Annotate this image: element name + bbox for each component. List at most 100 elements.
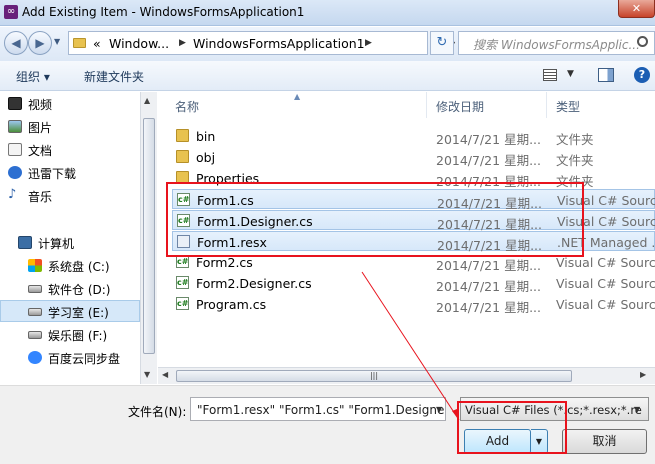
file-type: .NET Managed ...: [557, 235, 655, 250]
visual-studio-icon: ∞: [4, 5, 18, 19]
table-row[interactable]: c# Form2.cs 2014/7/21 星期... Visual C# Sourc…: [172, 252, 655, 273]
organize-button[interactable]: 组织 ▾: [16, 68, 50, 85]
scroll-up-icon[interactable]: ▲: [144, 96, 150, 105]
breadcrumb-item[interactable]: Window...: [109, 36, 169, 51]
address-bar: ◀ ▶ ▼ « Window... ▶ WindowsFormsApplicat…: [0, 27, 655, 61]
navigation-pane: 视频 图片 文档 迅雷下载 ♪ 音乐 计算机 系统盘 (C:) 软件仓 (D:) …: [0, 92, 157, 384]
dialog-footer: 文件名(N): "Form1.resx" "Form1.cs" "Form1.D…: [0, 385, 655, 464]
cancel-button[interactable]: 取消: [562, 429, 647, 454]
search-placeholder: 搜索 WindowsFormsApplic...: [473, 38, 640, 52]
file-date: 2014/7/21 星期...: [436, 258, 541, 273]
csharp-file-icon: c#: [176, 276, 189, 289]
search-input[interactable]: 搜索 WindowsFormsApplic...: [458, 31, 655, 55]
chevron-down-icon[interactable]: ▼: [567, 69, 574, 79]
folder-icon: [73, 38, 86, 48]
sidebar-item-documents[interactable]: 文档: [8, 142, 52, 159]
refresh-button[interactable]: ↻: [430, 31, 454, 55]
music-note-icon: ♪: [8, 187, 17, 202]
file-name: Properties: [196, 171, 260, 186]
sort-ascending-icon: ▲: [294, 92, 301, 101]
column-header-date[interactable]: 修改日期: [436, 98, 484, 115]
table-row[interactable]: c# Form1.cs 2014/7/21 星期... Visual C# Sourc…: [172, 189, 655, 211]
forward-button[interactable]: ▶: [28, 31, 52, 55]
sidebar-item-music[interactable]: ♪ 音乐: [8, 188, 52, 205]
view-icon[interactable]: [543, 69, 557, 81]
add-options-dropdown[interactable]: ▼: [531, 429, 548, 454]
table-row[interactable]: Properties 2014/7/21 星期... 文件夹: [172, 168, 655, 189]
file-type: Visual C# Sourc...: [557, 214, 655, 229]
scroll-down-icon[interactable]: ▼: [144, 370, 150, 379]
file-date: 2014/7/21 星期...: [436, 174, 541, 189]
scroll-thumb[interactable]: |||: [176, 370, 572, 382]
file-date: 2014/7/21 星期...: [436, 153, 541, 168]
table-row[interactable]: c# Form1.Designer.cs 2014/7/21 星期... Visual…: [172, 210, 655, 232]
sidebar-item-drive-c[interactable]: 系统盘 (C:): [28, 258, 110, 275]
file-name: Form1.Designer.cs: [197, 214, 313, 229]
sidebar-scrollbar[interactable]: ▲ ▼: [140, 92, 157, 384]
horizontal-scrollbar[interactable]: ◀ ||| ▶: [158, 367, 655, 384]
column-header-name[interactable]: 名称: [175, 98, 199, 115]
back-button[interactable]: ◀: [4, 31, 28, 55]
file-name: Form1.resx: [197, 235, 267, 250]
file-type: Visual C# Sourc...: [557, 193, 655, 208]
close-button[interactable]: ✕: [618, 0, 655, 18]
video-icon: [8, 97, 22, 110]
column-header-type[interactable]: 类型: [556, 98, 580, 115]
file-type: 文件夹: [556, 153, 594, 168]
file-name: bin: [196, 129, 216, 144]
sidebar-item-baidu-sync[interactable]: 百度云同步盘: [28, 350, 120, 367]
sidebar-item-computer[interactable]: 计算机: [18, 235, 74, 252]
file-type: 文件夹: [556, 174, 594, 189]
file-name: obj: [196, 150, 216, 165]
table-row[interactable]: c# Program.cs 2014/7/21 星期... Visual C# Sou…: [172, 294, 655, 315]
sidebar-item-pictures[interactable]: 图片: [8, 119, 52, 136]
table-row[interactable]: obj 2014/7/21 星期... 文件夹: [172, 147, 655, 168]
csharp-file-icon: c#: [177, 214, 190, 227]
file-type: Visual C# Sourc...: [556, 276, 655, 291]
file-type: 文件夹: [556, 132, 594, 147]
file-type-select[interactable]: Visual C# Files (*.cs;*.resx;*.re: [460, 397, 649, 421]
breadcrumb-overflow[interactable]: «: [93, 36, 101, 51]
window-title: Add Existing Item - WindowsFormsApplicat…: [22, 5, 305, 19]
new-folder-button[interactable]: 新建文件夹: [84, 68, 144, 85]
title-bar: ∞ Add Existing Item - WindowsFormsApplic…: [0, 0, 655, 26]
csharp-file-icon: c#: [177, 193, 190, 206]
file-type: Visual C# Sourc...: [556, 255, 655, 270]
cloud-icon: [28, 351, 42, 364]
document-icon: [8, 143, 22, 156]
chevron-right-icon[interactable]: ▶: [365, 38, 372, 48]
table-row[interactable]: bin 2014/7/21 星期... 文件夹: [172, 126, 655, 147]
sidebar-item-drive-f[interactable]: 娱乐圈 (F:): [28, 327, 107, 344]
file-name: Form1.cs: [197, 193, 254, 208]
thunder-icon: [8, 166, 22, 179]
file-name: Form2.cs: [196, 255, 253, 270]
scroll-left-icon[interactable]: ◀: [162, 370, 168, 379]
preview-pane-icon[interactable]: [598, 68, 614, 82]
filename-input[interactable]: "Form1.resx" "Form1.cs" "Form1.Designe: [190, 397, 446, 421]
table-row[interactable]: Form1.resx 2014/7/21 星期... .NET Managed ..…: [172, 231, 655, 253]
column-divider[interactable]: [546, 92, 547, 118]
sidebar-item-drive-e[interactable]: 学习室 (E:): [28, 304, 109, 321]
recent-locations-dropdown[interactable]: ▼: [54, 37, 60, 46]
drive-icon: [28, 331, 42, 339]
chevron-down-icon[interactable]: ▼: [634, 405, 640, 414]
scroll-right-icon[interactable]: ▶: [640, 370, 646, 379]
add-button[interactable]: Add: [464, 429, 531, 454]
chevron-down-icon[interactable]: ▼: [436, 405, 442, 414]
sidebar-item-thunder-downloads[interactable]: 迅雷下载: [8, 165, 76, 182]
sidebar-item-videos[interactable]: 视频: [8, 96, 52, 113]
file-name: Program.cs: [196, 297, 267, 312]
breadcrumb-item[interactable]: WindowsFormsApplication1: [193, 36, 365, 51]
scroll-thumb[interactable]: [143, 118, 155, 354]
chevron-right-icon[interactable]: ▶: [179, 38, 186, 48]
file-date: 2014/7/21 星期...: [436, 300, 541, 315]
path-box[interactable]: « Window... ▶ WindowsFormsApplication1 ▶…: [68, 31, 455, 55]
sidebar-item-drive-d[interactable]: 软件仓 (D:): [28, 281, 110, 298]
folder-icon: [176, 150, 189, 163]
folder-icon: [176, 129, 189, 142]
column-divider[interactable]: [426, 92, 427, 118]
table-row[interactable]: c# Form2.Designer.cs 2014/7/21 星期... Visual…: [172, 273, 655, 294]
file-name: Form2.Designer.cs: [196, 276, 312, 291]
help-icon[interactable]: ?: [634, 67, 650, 83]
search-icon: [637, 36, 648, 47]
